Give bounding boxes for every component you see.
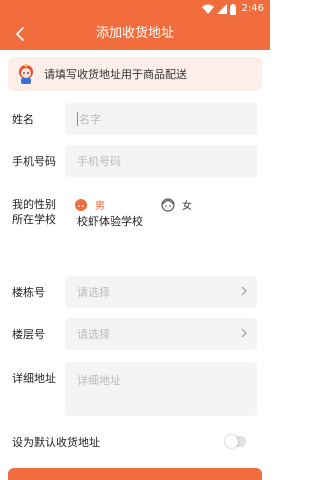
phone-placeholder: 手机号码 xyxy=(77,155,121,168)
default-label: 设为默认收货地址 xyxy=(12,436,100,449)
name-placeholder: 名字 xyxy=(79,113,101,126)
battery-icon xyxy=(230,3,236,15)
page-title: 添加收货地址 xyxy=(95,26,174,41)
status-bar: 2:46 xyxy=(0,0,270,18)
phone-input[interactable]: 手机号码 xyxy=(65,145,257,177)
building-label: 楼栋号 xyxy=(12,286,45,299)
save-button[interactable] xyxy=(8,468,262,480)
notice-banner: 请填写收货地址用于商品配送 xyxy=(8,57,262,91)
gender-male-label: 男 xyxy=(95,200,105,212)
girl-avatar-icon xyxy=(161,198,175,212)
wifi-icon xyxy=(202,4,214,14)
chevron-right-icon xyxy=(241,286,247,296)
signal-icon xyxy=(217,4,227,14)
notice-text: 请填写收货地址用于商品配送 xyxy=(44,68,187,81)
address-placeholder: 详细地址 xyxy=(77,374,121,387)
gender-option-male[interactable]: 男 xyxy=(73,196,105,212)
floor-placeholder: 请选择 xyxy=(77,328,110,341)
school-label: 所在学校 xyxy=(12,213,56,226)
mascot-icon xyxy=(19,63,33,84)
phone-label: 手机号码 xyxy=(12,155,56,168)
address-textarea[interactable]: 详细地址 xyxy=(65,362,257,416)
address-label: 详细地址 xyxy=(12,372,56,385)
floor-select[interactable]: 请选择 xyxy=(65,318,257,350)
boy-avatar-icon xyxy=(75,199,87,211)
chevron-right-icon xyxy=(241,328,247,338)
status-icons xyxy=(202,3,236,15)
nav-bar: 添加收货地址 xyxy=(0,18,270,50)
text-cursor xyxy=(77,112,78,126)
floor-label: 楼层号 xyxy=(12,328,45,341)
toggle-knob xyxy=(225,435,238,448)
status-time: 2:46 xyxy=(241,3,264,14)
gender-option-female[interactable]: 女 xyxy=(160,196,192,212)
gender-female-label: 女 xyxy=(182,200,192,212)
building-placeholder: 请选择 xyxy=(77,286,110,299)
name-input[interactable]: 名字 xyxy=(65,103,257,135)
name-label: 姓名 xyxy=(12,113,34,126)
school-value: 校虾体验学校 xyxy=(77,215,143,228)
default-address-toggle[interactable] xyxy=(225,435,246,448)
gender-label: 我的性别 xyxy=(12,198,56,211)
building-select[interactable]: 请选择 xyxy=(65,276,257,308)
